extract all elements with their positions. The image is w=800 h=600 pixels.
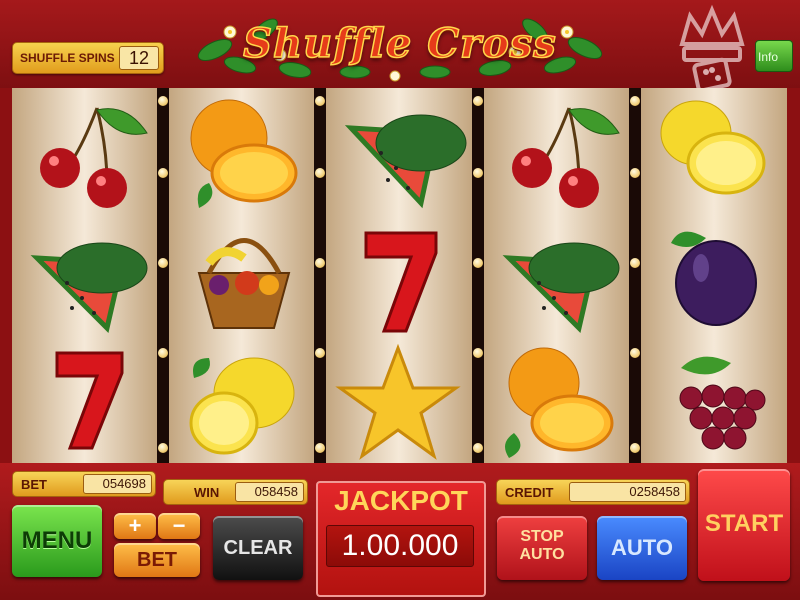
light-bulb-icon (315, 443, 325, 453)
bulb-column (629, 88, 641, 463)
symbol-seven (12, 338, 157, 463)
symbol-watermelon (12, 213, 157, 338)
light-bulb-icon (630, 348, 640, 358)
light-bulb-icon (315, 348, 325, 358)
credit-label: CREDIT (505, 485, 554, 500)
light-bulb-icon (630, 258, 640, 268)
auto-button[interactable]: AUTO (597, 516, 687, 580)
light-bulb-icon (315, 258, 325, 268)
bet-button[interactable]: BET (114, 543, 200, 577)
light-bulb-icon (158, 348, 168, 358)
symbol-seven (326, 213, 471, 338)
game-title: Shuffle Cross (242, 19, 557, 68)
light-bulb-icon (473, 258, 483, 268)
symbol-orange (169, 88, 314, 213)
bet-label: BET (21, 477, 47, 492)
symbol-lemon (169, 338, 314, 463)
stop-auto-line1: STOP (520, 528, 564, 545)
crown-logo-icon (679, 4, 745, 92)
light-bulb-icon (473, 168, 483, 178)
reel-area (12, 88, 787, 463)
symbol-watermelon (484, 213, 629, 338)
win-label: WIN (194, 485, 220, 500)
bet-display: BET 054698 (12, 471, 156, 497)
bulb-column (314, 88, 326, 463)
symbol-cherry (12, 88, 157, 213)
reel-frame-left (0, 88, 12, 463)
light-bulb-icon (473, 96, 483, 106)
stop-auto-line2: AUTO (519, 546, 565, 563)
shuffle-spins-label: SHUFFLE SPINS (20, 51, 115, 65)
bet-increase-button[interactable]: + (114, 513, 156, 539)
win-value: 058458 (235, 482, 304, 502)
symbol-fruit-basket (169, 213, 314, 338)
credit-display: CREDIT 0258458 (496, 479, 690, 505)
light-bulb-icon (158, 168, 168, 178)
symbol-orange (484, 338, 629, 463)
bulb-column (157, 88, 169, 463)
symbol-watermelon (326, 88, 471, 213)
light-bulb-icon (630, 443, 640, 453)
light-bulb-icon (315, 96, 325, 106)
symbol-star (326, 338, 471, 463)
shuffle-spins-counter: SHUFFLE SPINS 12 (12, 42, 164, 74)
bet-decrease-button[interactable]: − (158, 513, 200, 539)
symbol-cherry (484, 88, 629, 213)
symbol-grapes (641, 338, 786, 463)
info-label: Info (758, 50, 779, 64)
start-button[interactable]: START (698, 469, 790, 581)
bulb-column (472, 88, 484, 463)
jackpot-label: JACKPOT (334, 485, 468, 516)
light-bulb-icon (630, 168, 640, 178)
bet-value: 054698 (83, 474, 152, 494)
symbol-plum (641, 213, 786, 338)
light-bulb-icon (473, 443, 483, 453)
light-bulb-icon (315, 168, 325, 178)
win-display: WIN 058458 (163, 479, 308, 505)
light-bulb-icon (158, 443, 168, 453)
jackpot-display: JACKPOT 1.00.000 (316, 481, 486, 597)
light-bulb-icon (158, 96, 168, 106)
light-bulb-icon (158, 258, 168, 268)
menu-button[interactable]: MENU (12, 505, 102, 577)
reel-frame-right (787, 88, 800, 463)
stop-auto-button[interactable]: STOP AUTO (497, 516, 587, 580)
light-bulb-icon (630, 96, 640, 106)
symbol-lemon (641, 88, 786, 213)
jackpot-value: 1.00.000 (326, 525, 474, 567)
clear-button[interactable]: CLEAR (213, 516, 303, 580)
shuffle-spins-value: 12 (119, 46, 159, 70)
credit-value: 0258458 (569, 482, 686, 502)
light-bulb-icon (473, 348, 483, 358)
